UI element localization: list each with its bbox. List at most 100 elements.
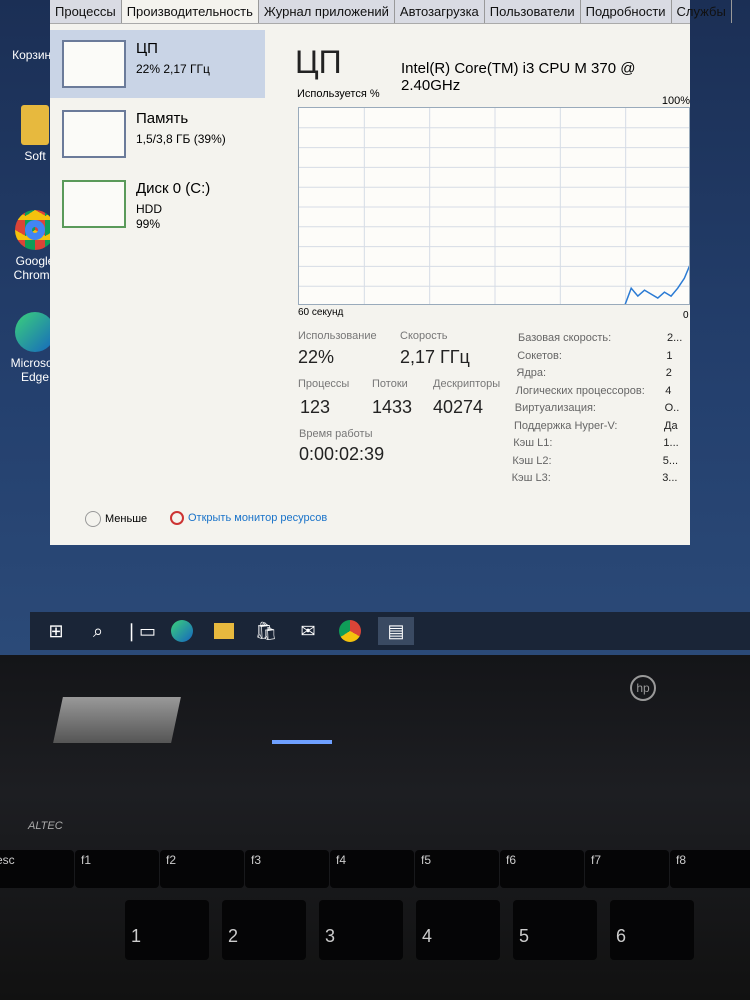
cpu-graph [298, 107, 690, 305]
uptime-label: Время работы [299, 428, 373, 440]
tab-2[interactable]: Журнал приложений [259, 0, 395, 23]
handles-value: 40274 [433, 397, 484, 417]
page-title: ЦП [295, 44, 342, 80]
key-f1[interactable]: f1 [75, 850, 159, 888]
explorer-icon[interactable] [210, 617, 238, 645]
speed-value: 2,17 ГГц [400, 347, 470, 367]
spec-value: 1 [666, 349, 673, 362]
tab-5[interactable]: Подробности [581, 0, 672, 23]
store-icon[interactable]: 🛍 [252, 617, 280, 645]
mail-icon[interactable]: ✉ [294, 617, 322, 645]
spec-value: 2 [665, 367, 672, 379]
key-f3[interactable]: f3 [245, 850, 329, 888]
thumbnail-graph [62, 180, 126, 228]
sidebar-item-2[interactable]: Диск 0 (C:) HDD 99% [50, 170, 265, 238]
search-icon[interactable]: ⌕ [84, 617, 112, 645]
spec-value: Да [664, 419, 678, 432]
key-6[interactable]: 6 [610, 900, 694, 960]
tab-1[interactable]: Производительность [121, 0, 259, 23]
start-button[interactable]: ⊞ [42, 617, 70, 645]
spec-key: Кэш L2: [512, 454, 552, 467]
edge-icon [15, 312, 55, 352]
sidebar-line2: 99% [136, 217, 161, 231]
sidebar-line1: 1,5/3,8 ГБ (39%) [136, 132, 226, 146]
graph-label: Используется % [297, 88, 380, 100]
chrome-icon [15, 210, 55, 250]
key-f6[interactable]: f6 [500, 850, 584, 888]
speed-label: Скорость [400, 330, 448, 342]
chrome-taskbar-icon[interactable] [336, 617, 364, 645]
keyboard-brand: ALTEC [28, 820, 63, 832]
less-button[interactable]: Меньше [85, 511, 147, 527]
spec-key: Кэш L3: [511, 472, 551, 484]
edge-taskbar-icon[interactable] [168, 617, 196, 645]
usage-value: 22% [298, 347, 335, 367]
sidebar-item-1[interactable]: Память 1,5/3,8 ГБ (39%) [50, 100, 265, 168]
folder-icon [21, 105, 49, 145]
tab-6[interactable]: Службы [672, 0, 732, 23]
spec-key: Кэш L1: [513, 437, 553, 449]
sidebar-line1: HDD [136, 202, 162, 216]
key-3[interactable]: 3 [319, 900, 403, 960]
sidebar-line1: 22% 2,17 ГГц [136, 62, 210, 76]
graph-time-right: 0 [683, 310, 689, 321]
key-5[interactable]: 5 [513, 900, 597, 960]
uptime-value: 0:00:02:39 [299, 444, 385, 464]
key-2[interactable]: 2 [222, 900, 306, 960]
usage-label: Использование [298, 330, 377, 342]
key-1[interactable]: 1 [125, 900, 209, 960]
key-f8[interactable]: f8 [670, 850, 750, 888]
spec-key: Сокетов: [517, 349, 562, 362]
sidebar-title: Диск 0 (C:) [136, 180, 211, 197]
resource-monitor-icon [170, 511, 184, 525]
sidebar-item-0[interactable]: ЦП 22% 2,17 ГГц [50, 30, 265, 98]
spec-value: 5... [662, 454, 679, 467]
spec-key: Базовая скорость: [518, 332, 612, 344]
screen: Корзина Soft Google Chrome Microsoft Edg… [0, 0, 750, 655]
sidebar-detail: 22% 2,17 ГГц [136, 62, 210, 77]
spec-key: Ядра: [516, 367, 547, 379]
spec-value: 4 [665, 384, 672, 397]
processes-label: Процессы [298, 378, 350, 390]
cpu-name: Intel(R) Core(TM) i3 CPU M 370 @ 2.40GHz [401, 60, 636, 94]
spec-value: О.. [664, 402, 680, 414]
thumbnail-graph [62, 40, 126, 88]
spec-key: Поддержка Hyper-V: [514, 419, 618, 432]
sidebar: ЦП 22% 2,17 ГГц Память 1,5/3,8 ГБ (39%) Диск… [50, 30, 265, 240]
spec-value: 2... [667, 332, 683, 344]
power-led [272, 740, 332, 744]
spec-value: 1... [663, 437, 679, 449]
handles-label: Дескрипторы [433, 378, 501, 390]
open-resource-monitor-link[interactable]: Открыть монитор ресурсов [170, 511, 327, 525]
chevron-up-icon [85, 511, 101, 527]
hp-logo: hp [630, 675, 656, 701]
key-f7[interactable]: f7 [585, 850, 669, 888]
threads-value: 1433 [372, 397, 413, 417]
tab-bar: Процессы Производительность Журнал приложе… [50, 0, 732, 24]
tab-4[interactable]: Пользователи [485, 0, 581, 23]
task-manager-taskbar-icon[interactable]: ▤ [378, 617, 414, 645]
spec-value: 3... [662, 472, 678, 484]
thumbnail-graph [62, 110, 126, 158]
sidebar-title: Память [136, 110, 189, 127]
speaker-grille [53, 697, 181, 743]
sidebar-detail: 1,5/3,8 ГБ (39%) [136, 132, 226, 147]
key-4[interactable]: 4 [416, 900, 500, 960]
tab-3[interactable]: Автозагрузка [395, 0, 485, 23]
graph-max: 100% [661, 95, 690, 107]
task-view-icon[interactable]: ❘▭ [124, 617, 156, 645]
sidebar-detail: HDD 99% [136, 202, 162, 232]
laptop-body: hp ALTEC escf1f2f3f4f5f6f7f8 123456 [0, 655, 750, 1000]
graph-time-left: 60 секунд [298, 307, 344, 318]
spec-key: Виртуализация: [514, 402, 596, 414]
taskbar: ⊞ ⌕ ❘▭ 🛍 ✉ ▤ [30, 612, 750, 650]
spec-key: Логических процессоров: [515, 384, 645, 397]
processes-value: 123 [300, 397, 331, 417]
task-manager-window: Процессы Производительность Журнал приложе… [50, 0, 732, 545]
key-f5[interactable]: f5 [415, 850, 499, 888]
key-f4[interactable]: f4 [330, 850, 414, 888]
sidebar-title: ЦП [136, 40, 158, 57]
tab-0[interactable]: Процессы [50, 0, 122, 23]
key-f2[interactable]: f2 [160, 850, 244, 888]
key-esc[interactable]: esc [0, 850, 74, 888]
